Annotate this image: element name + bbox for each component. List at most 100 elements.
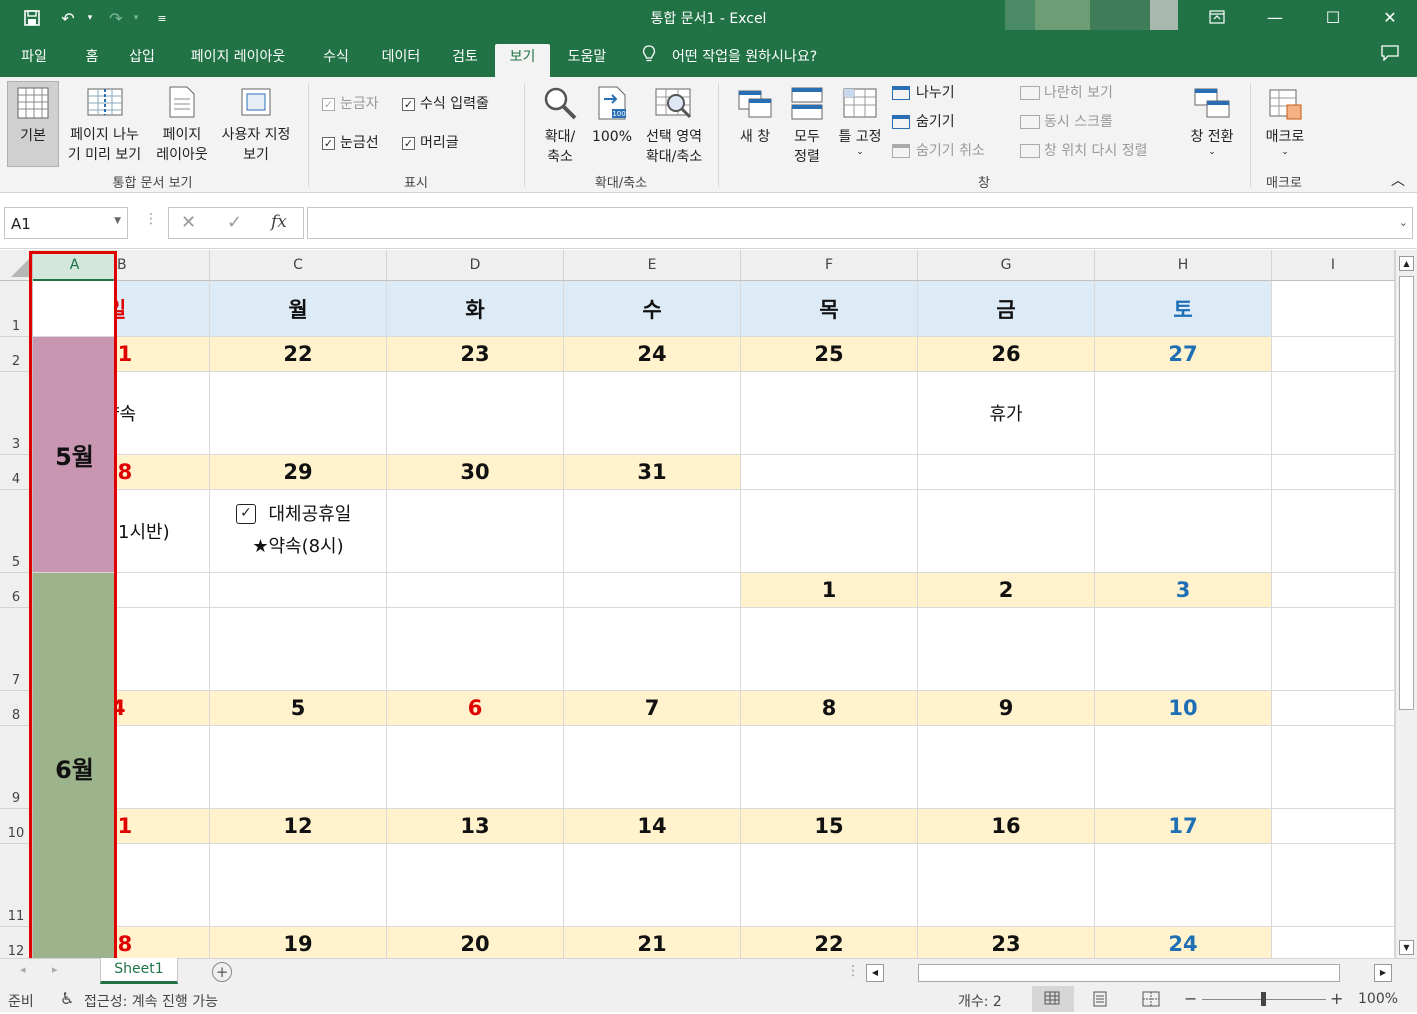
empty-cell[interactable] [1272, 455, 1395, 490]
date-cell[interactable]: 28 [117, 455, 210, 490]
empty-cell[interactable] [1272, 927, 1395, 958]
normal-view-button[interactable]: 기본 [7, 81, 59, 167]
tab-home[interactable]: 홈 [74, 44, 110, 77]
scroll-right-icon[interactable]: ▶ [1374, 964, 1392, 982]
name-box-dropdown-icon[interactable]: ▼ [114, 216, 121, 226]
memo-cell[interactable] [918, 844, 1095, 927]
empty-cell[interactable] [1272, 573, 1395, 608]
arrange-all-button[interactable]: 모두 정렬 [784, 81, 830, 167]
column-header-g[interactable]: G [918, 250, 1095, 281]
empty-cell[interactable] [1272, 490, 1395, 573]
empty-cell[interactable] [1272, 726, 1395, 809]
date-cell[interactable]: 2 [918, 573, 1095, 608]
maximize-icon[interactable]: ☐ [1313, 4, 1353, 30]
memo-cell[interactable] [1095, 608, 1272, 691]
page-layout-status-button[interactable] [1092, 991, 1108, 1011]
date-cell[interactable]: 24 [564, 337, 741, 372]
memo-cell[interactable] [387, 372, 564, 455]
tab-help[interactable]: 도움말 [558, 44, 616, 77]
cell-e1-wednesday[interactable]: 수 [564, 281, 741, 337]
date-cell[interactable] [387, 573, 564, 608]
empty-cell[interactable] [1272, 372, 1395, 455]
date-cell[interactable]: 15 [741, 809, 918, 844]
memo-cell[interactable]: (1시반) [117, 490, 210, 573]
date-cell[interactable]: 27 [1095, 337, 1272, 372]
date-cell[interactable]: 31 [564, 455, 741, 490]
zoom-out-icon[interactable]: − [1184, 989, 1197, 1008]
date-cell[interactable]: 8 [741, 691, 918, 726]
memo-cell[interactable]: 대체공휴일 ★약속(8시) [210, 490, 387, 573]
scroll-up-icon[interactable]: ▲ [1399, 256, 1414, 271]
scroll-sheets-right-icon[interactable]: ▸ [52, 963, 58, 976]
date-cell[interactable] [918, 455, 1095, 490]
empty-cell[interactable] [1272, 691, 1395, 726]
gridlines-checkbox[interactable]: ✓ 눈금선 [322, 133, 379, 153]
scroll-left-icon[interactable]: ◀ [866, 964, 884, 982]
expand-formula-bar-icon[interactable]: ⌄ [1399, 216, 1408, 229]
date-cell[interactable]: 11 [117, 809, 210, 844]
date-cell[interactable] [210, 573, 387, 608]
date-cell[interactable]: 20 [387, 927, 564, 958]
cell-f1-thursday[interactable]: 목 [741, 281, 918, 337]
date-cell[interactable]: 18 [117, 927, 210, 958]
minimize-icon[interactable]: — [1255, 4, 1295, 30]
memo-cell[interactable] [918, 726, 1095, 809]
empty-cell[interactable] [1272, 608, 1395, 691]
vertical-scrollbar[interactable]: ▲ ▼ [1395, 250, 1417, 958]
normal-view-status-button[interactable] [1032, 986, 1074, 1012]
vertical-scroll-thumb[interactable] [1399, 276, 1414, 710]
macros-button[interactable]: 매크로 ⌄ [1256, 81, 1314, 157]
tab-page-layout[interactable]: 페이지 레이아웃 [176, 44, 300, 77]
column-header-c[interactable]: C [210, 250, 387, 281]
tab-insert[interactable]: 삽입 [120, 44, 164, 77]
memo-cell[interactable] [210, 372, 387, 455]
comments-icon[interactable] [1376, 44, 1404, 77]
memo-cell[interactable] [918, 490, 1095, 573]
date-cell[interactable]: 21 [117, 337, 210, 372]
date-cell[interactable]: 5 [210, 691, 387, 726]
memo-cell[interactable] [741, 726, 918, 809]
date-cell[interactable]: 16 [918, 809, 1095, 844]
memo-cell[interactable] [564, 844, 741, 927]
tab-review[interactable]: 검토 [442, 44, 488, 77]
collapse-ribbon-icon[interactable]: ︿ [1388, 171, 1408, 191]
date-cell[interactable]: 29 [210, 455, 387, 490]
column-header-f[interactable]: F [741, 250, 918, 281]
memo-cell[interactable] [117, 844, 210, 927]
empty-cell[interactable] [1272, 844, 1395, 927]
tab-formulas[interactable]: 수식 [312, 44, 360, 77]
date-cell[interactable]: 19 [210, 927, 387, 958]
tab-view[interactable]: 보기 [495, 44, 550, 77]
memo-cell[interactable] [387, 726, 564, 809]
memo-cell[interactable] [564, 608, 741, 691]
memo-cell[interactable] [210, 726, 387, 809]
date-cell[interactable] [1095, 455, 1272, 490]
zoom-100-button[interactable]: 100 100% [588, 81, 636, 147]
zoom-button[interactable]: 확대/ 축소 [536, 81, 584, 167]
memo-cell[interactable] [210, 844, 387, 927]
memo-cell[interactable] [387, 844, 564, 927]
column-header-e[interactable]: E [564, 250, 741, 281]
cell-i1[interactable] [1272, 281, 1395, 337]
new-sheet-icon[interactable]: + [212, 962, 232, 982]
switch-windows-button[interactable]: 창 전환 ⌄ [1180, 81, 1244, 157]
cell-b1-sunday[interactable]: 일 [117, 281, 210, 337]
split-button[interactable]: 나누기 [892, 83, 955, 103]
page-break-preview-button[interactable]: 페이지 나누 기 미리 보기 [62, 81, 147, 165]
close-icon[interactable]: ✕ [1370, 4, 1410, 30]
memo-cell[interactable] [741, 490, 918, 573]
accessibility-icon[interactable]: ♿ [60, 989, 74, 1008]
memo-cell[interactable] [117, 726, 210, 809]
date-cell[interactable]: 23 [918, 927, 1095, 958]
formula-input[interactable]: ⌄ [307, 207, 1413, 239]
tell-me-search[interactable]: 어떤 작업을 원하시나요? [666, 44, 846, 77]
insert-function-icon[interactable]: fx [271, 212, 287, 232]
date-cell[interactable]: 24 [1095, 927, 1272, 958]
memo-cell[interactable] [1095, 490, 1272, 573]
column-header-d[interactable]: D [387, 250, 564, 281]
date-cell[interactable] [117, 573, 210, 608]
zoom-to-selection-button[interactable]: 선택 영역 확대/축소 [638, 81, 710, 167]
date-cell[interactable]: 3 [1095, 573, 1272, 608]
freeze-panes-button[interactable]: 틀 고정 ⌄ [832, 81, 888, 157]
accessibility-status[interactable]: 접근성: 계속 진행 가능 [84, 991, 218, 1011]
